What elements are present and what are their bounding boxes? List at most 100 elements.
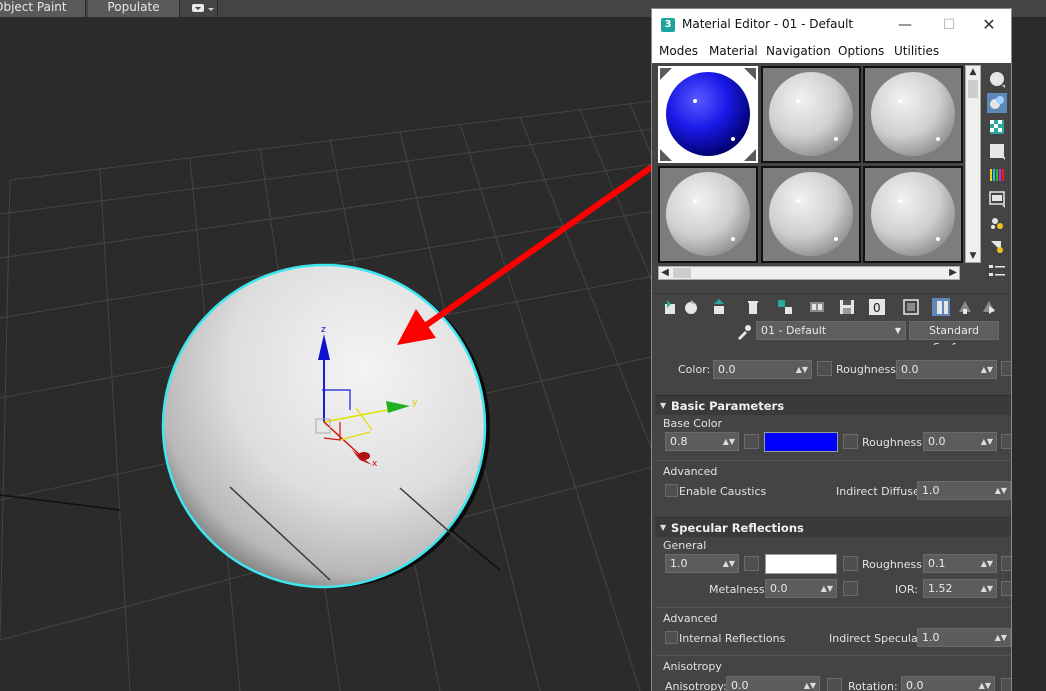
material-navigator-icon[interactable] (987, 261, 1007, 281)
material-name-field[interactable]: 01 - Default ▼ (756, 321, 906, 340)
roughness-label: Roughness: (862, 436, 926, 449)
indirect-diffuse-spinner[interactable]: 1.0 ▲▼ (917, 481, 1011, 500)
ior-spinner[interactable]: 1.52 ▲▼ (923, 579, 997, 598)
base-weight-map-checkbox[interactable] (744, 434, 759, 449)
specular-roughness-spinner[interactable]: 0.1 ▲▼ (923, 554, 997, 573)
material-name-row: 01 - Default ▼ Standard Surface (652, 319, 1011, 354)
show-shaded-in-viewport-icon[interactable] (902, 298, 920, 316)
ior-map-checkbox[interactable] (1001, 581, 1011, 596)
color-spinner[interactable]: 0.0 ▲▼ (713, 360, 812, 379)
anisotropy-value: 0.0 (731, 679, 749, 691)
blue-sphere-preview (660, 68, 756, 161)
diffuse-roughness-value: 0.0 (928, 435, 946, 448)
color-value: 0.0 (718, 363, 736, 376)
material-options-icon[interactable] (987, 213, 1007, 233)
specular-weight-spinner[interactable]: 1.0 ▲▼ (665, 554, 739, 573)
sample-slot-active[interactable] (658, 66, 758, 163)
menu-material[interactable]: Material (709, 44, 758, 58)
put-to-scene-icon[interactable] (682, 298, 700, 316)
rotation-map-checkbox[interactable] (1001, 678, 1011, 691)
specular-weight-map-checkbox[interactable] (744, 556, 759, 571)
base-color-swatch[interactable] (764, 432, 838, 452)
spinner-icon: ▲▼ (980, 584, 993, 593)
enable-caustics-label: Enable Caustics (679, 485, 767, 498)
sample-type-icon[interactable] (987, 69, 1007, 89)
sample-slot[interactable] (863, 166, 963, 263)
vertical-scrollbar[interactable]: ▲ ▼ (965, 65, 981, 263)
gizmo-x-label: x (372, 459, 378, 469)
pick-material-icon[interactable] (734, 323, 752, 341)
scroll-right-icon[interactable]: ▶ (947, 267, 959, 279)
specular-color-swatch[interactable] (765, 554, 837, 574)
specular-roughness-map-checkbox[interactable] (1001, 556, 1011, 571)
select-by-material-icon[interactable] (987, 237, 1007, 257)
backlight-icon[interactable] (987, 93, 1007, 113)
gizmo-z-label: z (321, 325, 326, 335)
collapse-triangle-icon: ▼ (660, 523, 667, 532)
enable-caustics-checkbox[interactable] (665, 484, 678, 497)
show-end-result-icon[interactable] (932, 298, 950, 316)
title-bar[interactable]: 3 Material Editor - 01 - Default — ☐ ✕ (652, 9, 1011, 41)
scroll-thumb[interactable] (968, 80, 978, 98)
scroll-thumb[interactable] (673, 268, 691, 278)
material-id-channel-icon[interactable]: 0 (868, 298, 886, 316)
make-unique-icon[interactable] (776, 298, 794, 316)
indirect-diffuse-label: Indirect Diffuse: (836, 485, 924, 498)
rollout-title: Specular Reflections (671, 521, 804, 535)
scroll-up-icon[interactable]: ▲ (966, 66, 980, 78)
color-map-checkbox[interactable] (817, 361, 832, 376)
anisotropy-map-checkbox[interactable] (827, 678, 842, 691)
anisotropy-group-label: Anisotropy (663, 660, 722, 673)
grey-sphere-preview (871, 172, 955, 256)
save-icon[interactable] (838, 298, 856, 316)
roughness-map-checkbox[interactable] (1001, 361, 1011, 376)
specular-reflections-rollout[interactable]: ▼ Specular Reflections (655, 517, 1011, 537)
base-color-map-checkbox[interactable] (843, 434, 858, 449)
populate-tab[interactable]: Populate (88, 0, 180, 17)
sample-slot[interactable] (863, 66, 963, 163)
metalness-spinner[interactable]: 0.0 ▲▼ (765, 579, 837, 598)
make-preview-icon[interactable] (987, 189, 1007, 209)
scroll-left-icon[interactable]: ◀ (659, 267, 671, 279)
ribbon-options-dropdown[interactable] (182, 0, 218, 17)
background-checker-icon[interactable] (987, 117, 1007, 137)
diffuse-roughness-spinner[interactable]: 0.0 ▲▼ (923, 432, 997, 451)
base-weight-value: 0.8 (670, 435, 688, 448)
horizontal-scrollbar[interactable]: ◀ ▶ (658, 266, 960, 280)
roughness-spinner[interactable]: 0.0 ▲▼ (896, 360, 997, 379)
menu-options[interactable]: Options (838, 44, 884, 58)
indirect-specular-spinner[interactable]: 1.0 ▲▼ (917, 628, 1011, 647)
spinner-icon: ▲▼ (820, 584, 833, 593)
internal-reflections-checkbox[interactable] (665, 631, 678, 644)
internal-reflections-label: Internal Reflections (679, 632, 786, 645)
put-to-library-icon[interactable] (808, 298, 826, 316)
go-to-parent-icon[interactable] (956, 298, 974, 316)
rotation-spinner[interactable]: 0.0 ▲▼ (901, 676, 995, 691)
scroll-down-icon[interactable]: ▼ (966, 250, 980, 262)
video-color-check-icon[interactable] (987, 165, 1007, 185)
go-forward-sibling-icon[interactable] (980, 298, 998, 316)
menu-navigation[interactable]: Navigation (766, 44, 831, 58)
specular-color-map-checkbox[interactable] (843, 556, 858, 571)
object-paint-tab[interactable]: Object Paint (0, 0, 86, 17)
base-weight-spinner[interactable]: 0.8 ▲▼ (665, 432, 739, 451)
sample-slot[interactable] (658, 166, 758, 263)
diffuse-roughness-map-checkbox[interactable] (1001, 434, 1011, 449)
sample-uv-tiling-icon[interactable] (987, 141, 1007, 161)
close-button[interactable]: ✕ (979, 15, 999, 35)
sample-slot[interactable] (761, 66, 861, 163)
menu-utilities[interactable]: Utilities (894, 44, 939, 58)
sample-slot[interactable] (761, 166, 861, 263)
maximize-button[interactable]: ☐ (939, 15, 959, 35)
spinner-icon: ▲▼ (980, 559, 993, 568)
anisotropy-spinner[interactable]: 0.0 ▲▼ (726, 676, 820, 691)
minimize-button[interactable]: — (895, 15, 915, 35)
grey-sphere-preview (666, 172, 750, 256)
menu-modes[interactable]: Modes (659, 44, 698, 58)
metalness-map-checkbox[interactable] (843, 581, 858, 596)
assign-to-selection-icon[interactable] (710, 298, 728, 316)
get-material-icon[interactable] (662, 298, 680, 316)
material-type-button[interactable]: Standard Surface (909, 321, 999, 354)
reset-material-icon[interactable] (744, 298, 762, 316)
basic-parameters-rollout[interactable]: ▼ Basic Parameters (655, 395, 1011, 415)
